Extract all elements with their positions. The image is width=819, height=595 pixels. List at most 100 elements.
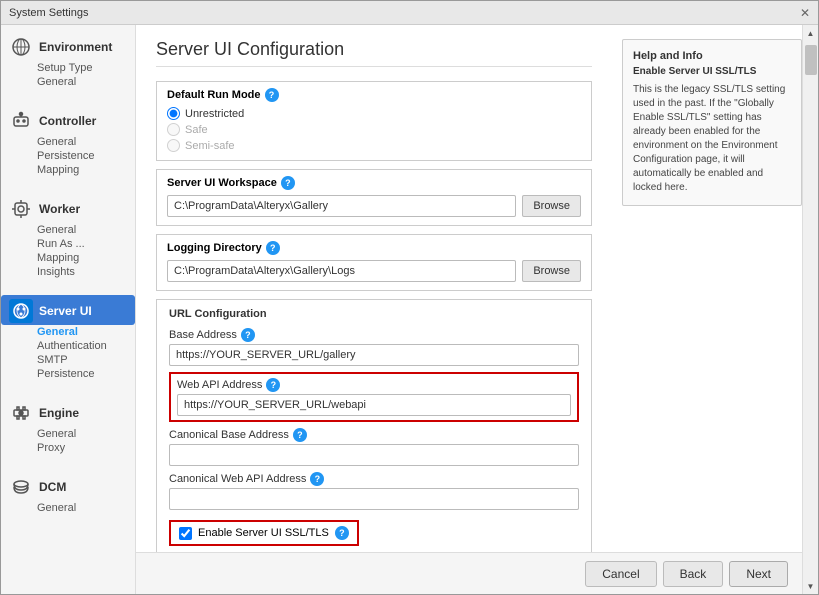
logging-section: Logging Directory ? Browse: [156, 234, 592, 291]
help-panel-subtitle: Enable Server UI SSL/TLS: [633, 66, 791, 77]
workspace-section: Server UI Workspace ? Browse: [156, 169, 592, 226]
controller-icon: [9, 109, 33, 133]
globe-icon: [9, 35, 33, 59]
logging-field-row: Browse: [167, 260, 581, 282]
next-button[interactable]: Next: [729, 561, 788, 587]
canonical-web-api-label: Canonical Web API Address ?: [169, 472, 579, 486]
sidebar-item-controller-mapping[interactable]: Mapping: [37, 163, 127, 177]
scroll-up-arrow[interactable]: ▲: [803, 25, 819, 41]
run-mode-radio-group: Unrestricted Safe Semi-safe: [167, 107, 581, 152]
scrollbar-right: ▲ ▼: [802, 25, 818, 594]
sidebar-section-header-server-ui[interactable]: Server UI: [1, 295, 135, 325]
sidebar-section-environment: Environment Setup Type General: [1, 25, 135, 99]
sidebar-item-server-ui-persistence[interactable]: Persistence: [37, 367, 127, 381]
canonical-base-field: Canonical Base Address ?: [169, 428, 579, 466]
sidebar-items-environment: Setup Type General: [1, 61, 135, 93]
base-address-label: Base Address ?: [169, 328, 579, 342]
base-address-field: Base Address ?: [169, 328, 579, 366]
sidebar-section-header-controller[interactable]: Controller: [1, 105, 135, 135]
dcm-icon: [9, 475, 33, 499]
sidebar: Environment Setup Type General Controlle…: [1, 25, 136, 594]
sidebar-item-persistence[interactable]: Persistence: [37, 149, 127, 163]
content-area: Server UI Configuration Default Run Mode…: [136, 25, 612, 552]
close-button[interactable]: ✕: [800, 6, 810, 20]
sidebar-section-dcm: DCM General: [1, 465, 135, 525]
logging-help-icon[interactable]: ?: [266, 241, 280, 255]
sidebar-item-server-ui-general[interactable]: General: [37, 325, 127, 339]
web-api-address-input[interactable]: [177, 394, 571, 416]
sidebar-item-proxy[interactable]: Proxy: [37, 441, 127, 455]
ssl-help-icon[interactable]: ?: [335, 526, 349, 540]
radio-semi-safe[interactable]: Semi-safe: [167, 139, 581, 152]
sidebar-label-dcm: DCM: [39, 480, 66, 494]
back-button[interactable]: Back: [663, 561, 724, 587]
web-api-address-section: Web API Address ?: [169, 372, 579, 422]
sidebar-section-header-worker[interactable]: Worker: [1, 193, 135, 223]
sidebar-section-server-ui: Server UI General Authentication SMTP Pe…: [1, 289, 135, 391]
sidebar-item-environment-general[interactable]: General: [37, 75, 127, 89]
logging-browse-button[interactable]: Browse: [522, 260, 581, 282]
url-config-label: URL Configuration: [169, 308, 579, 320]
sidebar-item-smtp[interactable]: SMTP: [37, 353, 127, 367]
window-title: System Settings: [9, 7, 88, 19]
workspace-input[interactable]: [167, 195, 516, 217]
sidebar-item-engine-general[interactable]: General: [37, 427, 127, 441]
scroll-down-arrow[interactable]: ▼: [803, 578, 819, 594]
ssl-section: Enable Server UI SSL/TLS ?: [169, 520, 359, 546]
sidebar-item-worker-general[interactable]: General: [37, 223, 127, 237]
sidebar-item-run-as[interactable]: Run As ...: [37, 237, 127, 251]
default-run-mode-label: Default Run Mode ?: [167, 88, 581, 102]
help-panel-text: This is the legacy SSL/TLS setting used …: [633, 83, 791, 195]
sidebar-section-header-engine[interactable]: Engine: [1, 397, 135, 427]
sidebar-item-controller-general[interactable]: General: [37, 135, 127, 149]
titlebar: System Settings ✕: [1, 1, 818, 25]
radio-unrestricted[interactable]: Unrestricted: [167, 107, 581, 120]
palette-icon: [9, 299, 33, 323]
system-settings-window: System Settings ✕ Environment Setup Type…: [0, 0, 819, 595]
canonical-web-api-help-icon[interactable]: ?: [310, 472, 324, 486]
canonical-web-api-field: Canonical Web API Address ?: [169, 472, 579, 510]
bottom-bar: Cancel Back Next: [136, 552, 802, 594]
sidebar-items-worker: General Run As ... Mapping Insights: [1, 223, 135, 283]
help-panel: Help and Info Enable Server UI SSL/TLS T…: [622, 39, 802, 206]
workspace-field-row: Browse: [167, 195, 581, 217]
logging-input[interactable]: [167, 260, 516, 282]
sidebar-item-setup-type[interactable]: Setup Type: [37, 61, 127, 75]
radio-safe[interactable]: Safe: [167, 123, 581, 136]
sidebar-section-header-dcm[interactable]: DCM: [1, 471, 135, 501]
ssl-checkbox[interactable]: [179, 527, 192, 540]
sidebar-section-engine: Engine General Proxy: [1, 391, 135, 465]
sidebar-items-server-ui: General Authentication SMTP Persistence: [1, 325, 135, 385]
cancel-button[interactable]: Cancel: [585, 561, 656, 587]
scroll-thumb[interactable]: [805, 45, 817, 75]
sidebar-item-authentication[interactable]: Authentication: [37, 339, 127, 353]
engine-icon: [9, 401, 33, 425]
sidebar-item-insights[interactable]: Insights: [37, 265, 127, 279]
canonical-base-help-icon[interactable]: ?: [293, 428, 307, 442]
sidebar-item-dcm-general[interactable]: General: [37, 501, 127, 515]
base-address-help-icon[interactable]: ?: [241, 328, 255, 342]
sidebar-label-worker: Worker: [39, 202, 80, 216]
run-mode-help-icon[interactable]: ?: [265, 88, 279, 102]
sidebar-label-server-ui: Server UI: [39, 304, 92, 318]
canonical-web-api-input[interactable]: [169, 488, 579, 510]
web-api-help-icon[interactable]: ?: [266, 378, 280, 392]
base-address-input[interactable]: [169, 344, 579, 366]
page-title: Server UI Configuration: [156, 39, 592, 67]
workspace-browse-button[interactable]: Browse: [522, 195, 581, 217]
ssl-label: Enable Server UI SSL/TLS: [198, 527, 329, 539]
url-config-section: URL Configuration Base Address ?: [156, 299, 592, 552]
sidebar-label-environment: Environment: [39, 40, 112, 54]
sidebar-section-header-environment[interactable]: Environment: [1, 31, 135, 61]
canonical-base-input[interactable]: [169, 444, 579, 466]
worker-icon: [9, 197, 33, 221]
sidebar-items-controller: General Persistence Mapping: [1, 135, 135, 181]
workspace-help-icon[interactable]: ?: [281, 176, 295, 190]
sidebar-label-engine: Engine: [39, 406, 79, 420]
canonical-base-label: Canonical Base Address ?: [169, 428, 579, 442]
sidebar-section-controller: Controller General Persistence Mapping: [1, 99, 135, 187]
default-run-mode-section: Default Run Mode ? Unrestricted Safe: [156, 81, 592, 161]
web-api-address-label: Web API Address ?: [177, 378, 571, 392]
sidebar-item-worker-mapping[interactable]: Mapping: [37, 251, 127, 265]
logging-label: Logging Directory ?: [167, 241, 581, 255]
